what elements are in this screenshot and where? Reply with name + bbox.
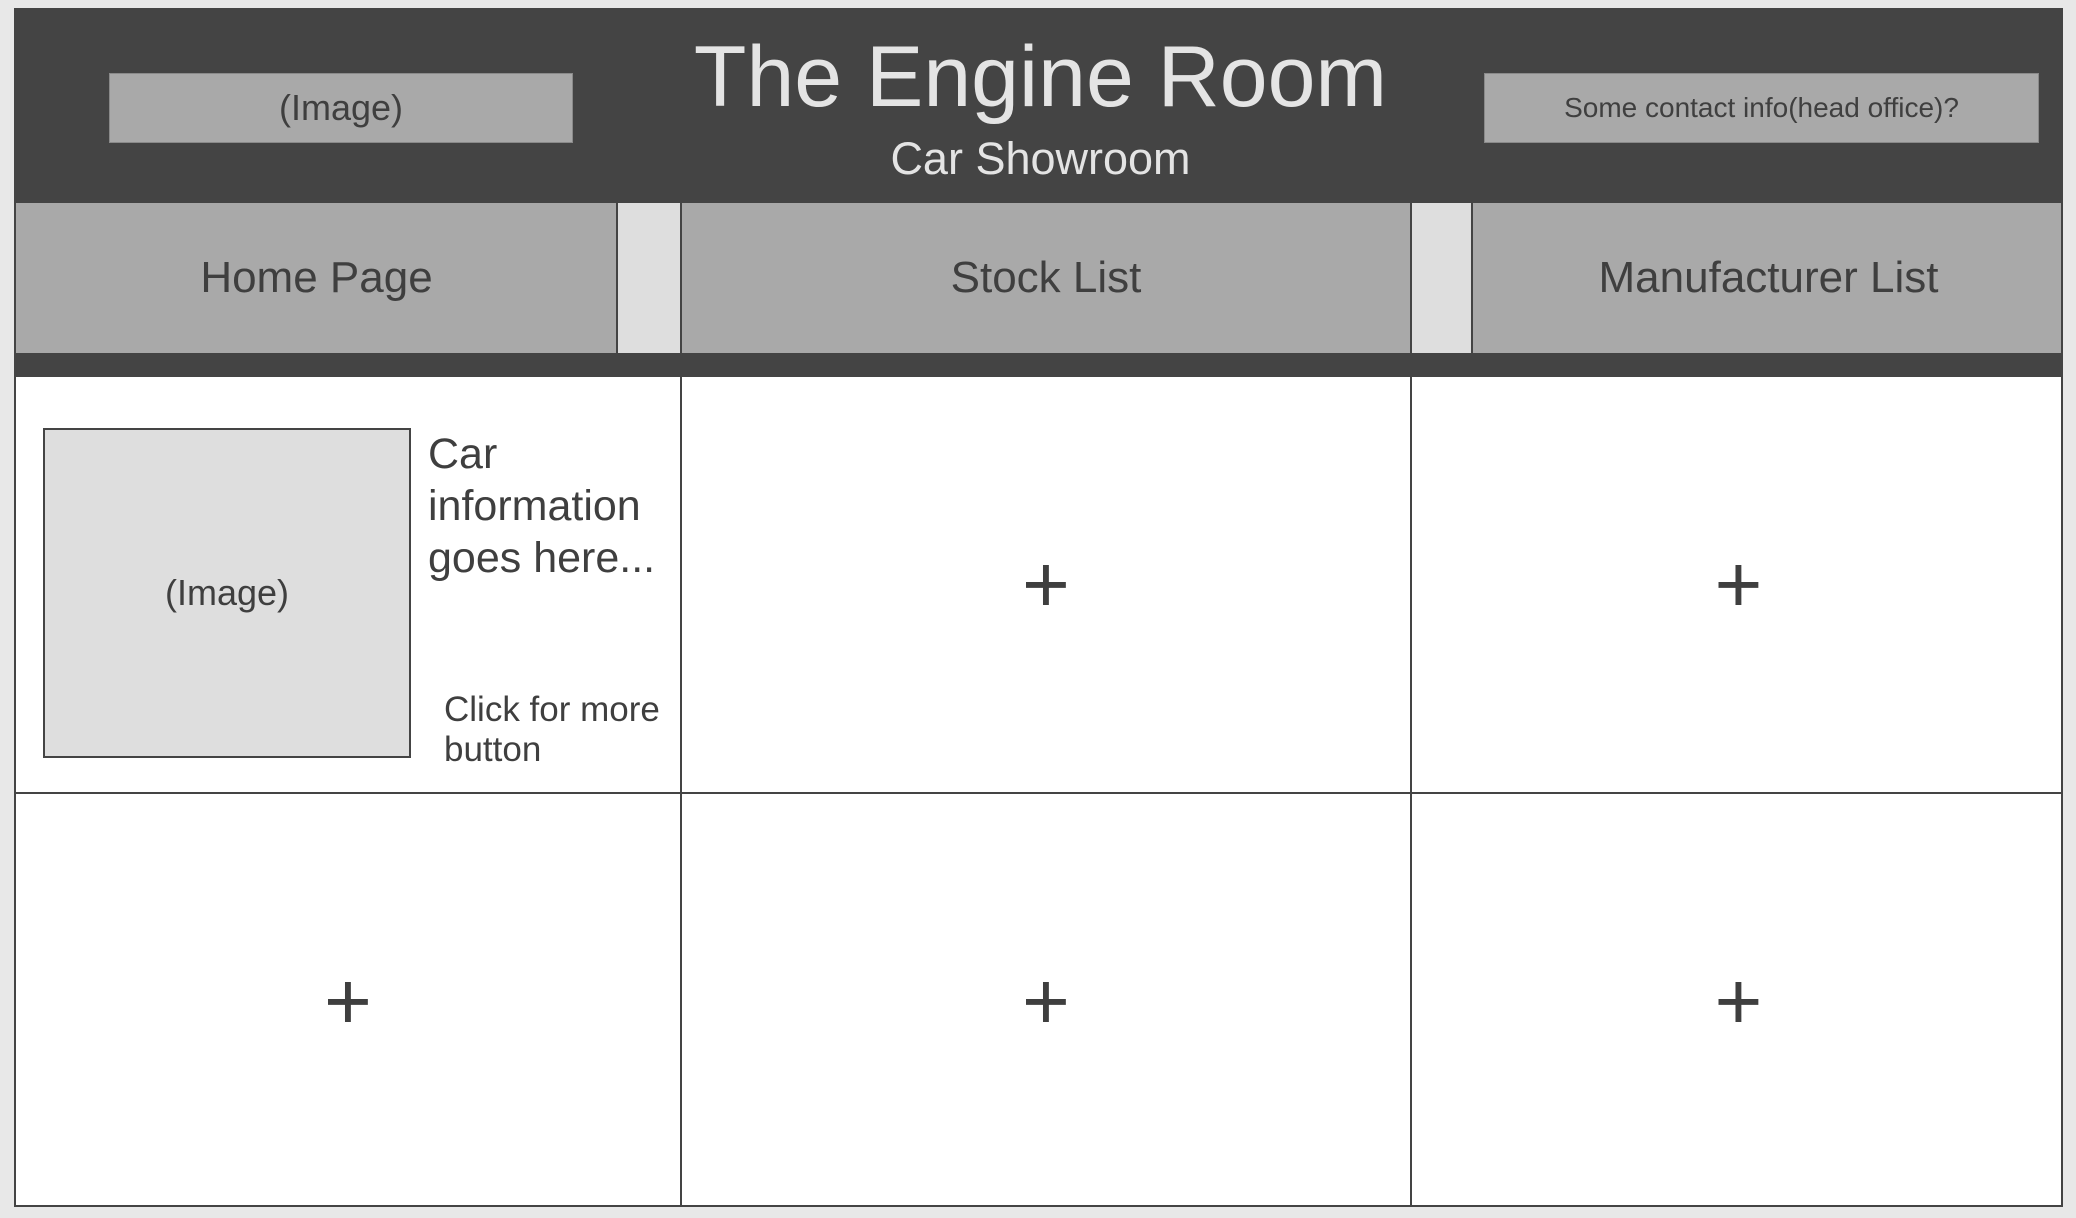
plus-icon[interactable]: +	[1715, 960, 1763, 1043]
add-cell: +	[682, 377, 1410, 792]
nav-bottom-bar	[16, 353, 2061, 377]
add-cell: +	[1412, 377, 2061, 792]
nav-divider	[616, 203, 618, 353]
car-image-placeholder: (Image)	[43, 428, 411, 758]
nav-divider	[680, 203, 682, 353]
car-info-text: Car information goes here...	[428, 430, 656, 582]
nav-spacer	[1411, 203, 1472, 353]
site-title: The Engine Room	[693, 29, 1388, 125]
car-image-label: (Image)	[164, 572, 290, 613]
nav-item-label: Manufacturer List	[1598, 253, 1939, 302]
nav-item-stock-list[interactable]: Stock List	[681, 203, 1411, 353]
site-header: (Image) The Engine Room Car Showroom Som…	[16, 10, 2061, 203]
click-for-more-button[interactable]: Click for more button	[444, 690, 674, 770]
add-cell: +	[682, 794, 1410, 1205]
add-cell: +	[1412, 794, 2061, 1205]
logo-placeholder-label: (Image)	[278, 87, 404, 128]
main-nav: Home Page Stock List Manufacturer List	[16, 203, 2061, 353]
nav-item-manufacturer-list[interactable]: Manufacturer List	[1472, 203, 2061, 353]
plus-icon[interactable]: +	[1022, 543, 1070, 626]
page-frame: (Image) The Engine Room Car Showroom Som…	[14, 8, 2063, 1207]
contact-info-label: Some contact info(head office)?	[1564, 92, 1959, 123]
nav-item-label: Home Page	[200, 253, 433, 302]
logo-image-placeholder: (Image)	[109, 73, 573, 143]
plus-icon[interactable]: +	[1715, 543, 1763, 626]
plus-icon[interactable]: +	[1022, 960, 1070, 1043]
nav-item-home-page[interactable]: Home Page	[16, 203, 617, 353]
add-cell: +	[16, 794, 680, 1205]
nav-spacer	[617, 203, 681, 353]
nav-item-label: Stock List	[950, 253, 1142, 302]
contact-info-box: Some contact info(head office)?	[1484, 73, 2039, 143]
nav-divider	[1410, 203, 1412, 353]
nav-divider	[1471, 203, 1473, 353]
plus-icon[interactable]: +	[324, 960, 372, 1043]
